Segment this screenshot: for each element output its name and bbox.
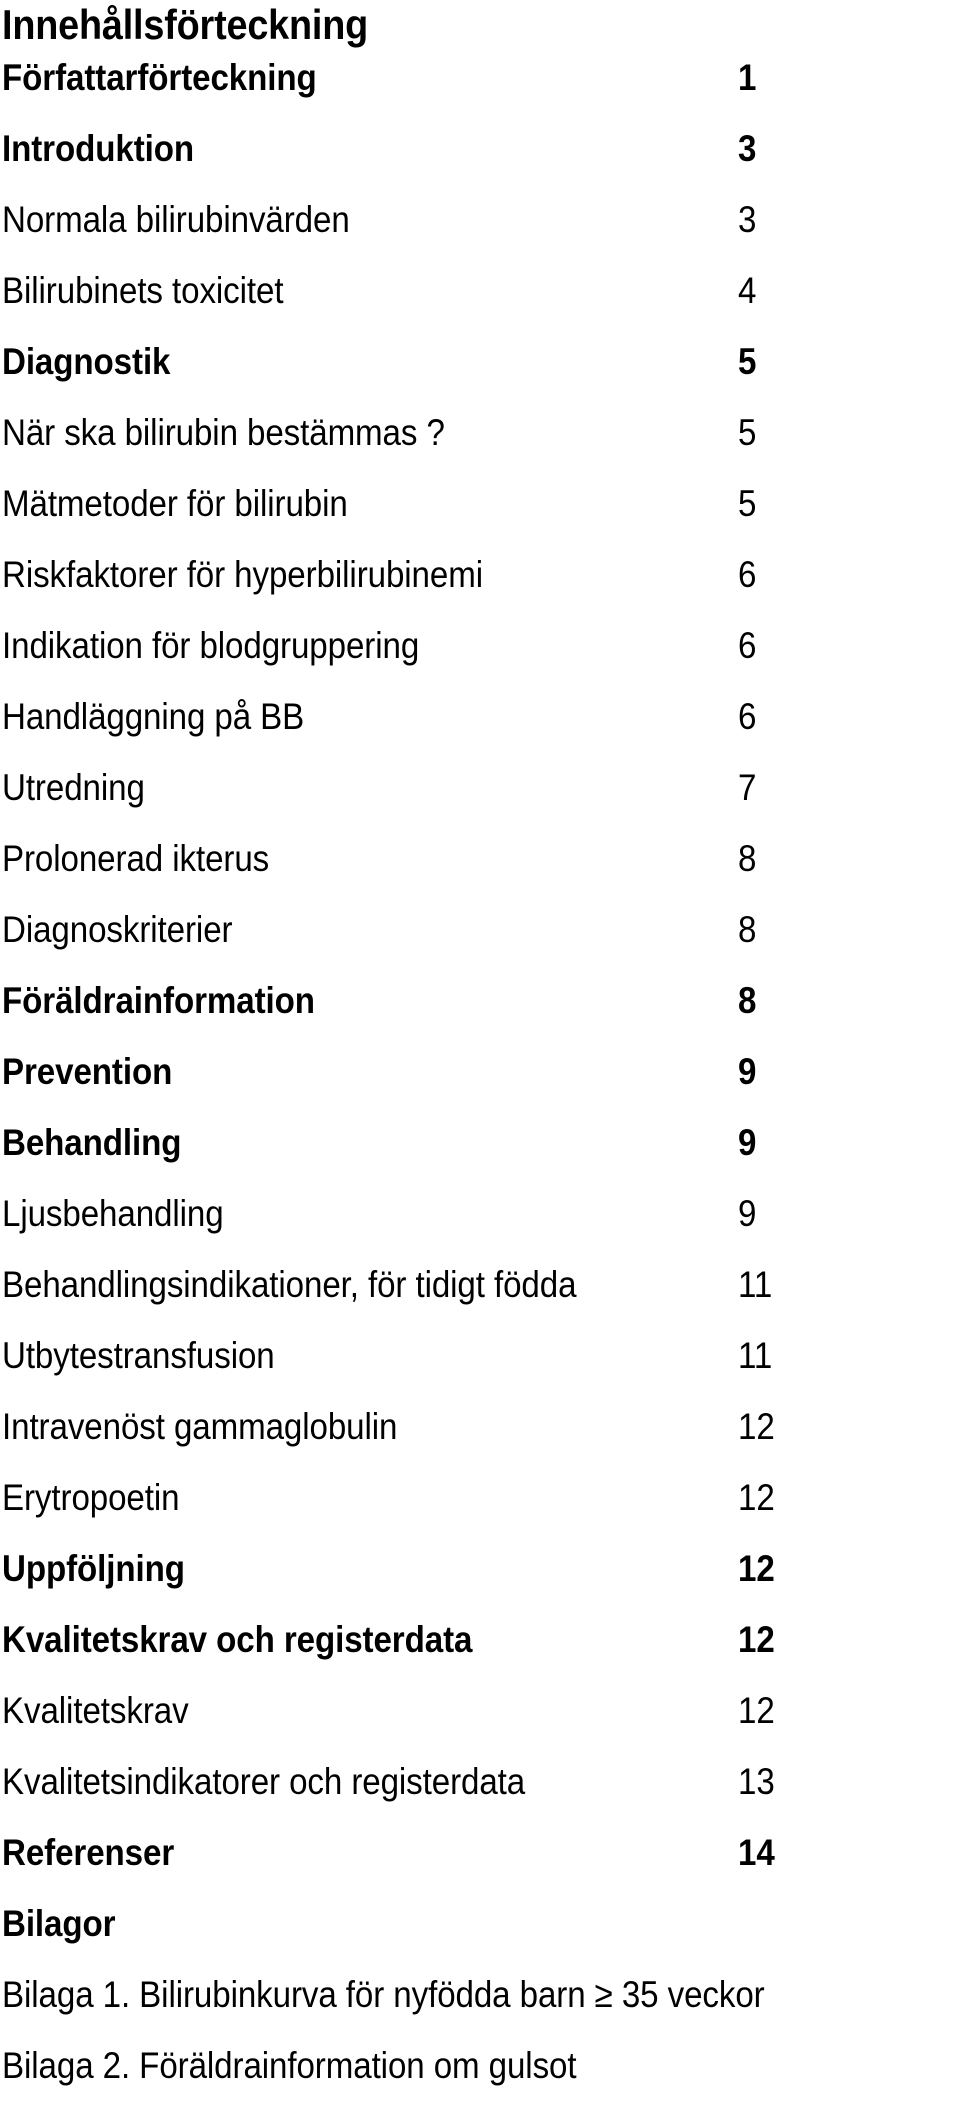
toc-entry[interactable]: Bilaga 1. Bilirubinkurva för nyfödda bar…: [0, 1973, 960, 2029]
toc-entry[interactable]: Referenser 14: [0, 1831, 960, 1887]
toc-entry-label: Utredning: [2, 767, 145, 808]
toc-entry[interactable]: Behandlingsindikationer, för tidigt född…: [0, 1263, 960, 1319]
toc-entry-label: Ljusbehandling: [2, 1193, 224, 1234]
toc-entry-label: Handläggning på BB: [2, 696, 305, 737]
toc-entry[interactable]: Indikation för blodgruppering 6: [0, 624, 960, 680]
toc-entry[interactable]: Kvalitetsindikatorer och registerdata 13: [0, 1760, 960, 1816]
toc-entry[interactable]: Författarförteckning 1: [0, 56, 960, 112]
toc-entry-label: Bilagor: [2, 1903, 116, 1944]
toc-entry[interactable]: Erytropoetin 12: [0, 1476, 960, 1532]
toc-entry-page-number: 5: [738, 483, 757, 524]
toc-entry-label: Mätmetoder för bilirubin: [2, 483, 348, 524]
toc-entry-page-number: 6: [738, 696, 757, 737]
toc-entry-label: Diagnoskriterier: [2, 909, 233, 950]
toc-entry-label: Behandling: [2, 1122, 182, 1163]
toc-entry[interactable]: När ska bilirubin bestämmas ? 5: [0, 411, 960, 467]
toc-entry-label: Kvalitetskrav och registerdata: [2, 1619, 473, 1660]
toc-entry-page-number: 1: [738, 57, 757, 98]
toc-entry[interactable]: Bilagor: [0, 1902, 960, 1958]
toc-entry[interactable]: Utbytestransfusion 11: [0, 1334, 960, 1390]
toc-entry-label: Behandlingsindikationer, för tidigt född…: [2, 1264, 577, 1305]
toc-entry[interactable]: Diagnoskriterier 8: [0, 908, 960, 964]
toc-entry-page-number: 13: [738, 1761, 775, 1802]
toc-entry-page-number: 4: [738, 270, 757, 311]
toc-entry-page-number: 3: [738, 128, 757, 169]
toc-entry[interactable]: Kvalitetskrav 12: [0, 1689, 960, 1745]
toc-entry-label: När ska bilirubin bestämmas ?: [2, 412, 445, 453]
toc-entry-label: Indikation för blodgruppering: [2, 625, 420, 666]
toc-entry-page-number: 11: [738, 1264, 773, 1305]
toc-entry-label: Prolonerad ikterus: [2, 838, 270, 879]
toc-entry[interactable]: Introduktion 3: [0, 127, 960, 183]
toc-entry-label: Prevention: [2, 1051, 173, 1092]
toc-entry-label: Diagnostik: [2, 341, 171, 382]
toc-entry-label: Bilirubinets toxicitet: [2, 270, 284, 311]
toc-entry[interactable]: Intravenöst gammaglobulin 12: [0, 1405, 960, 1461]
toc-entry-label: Utbytestransfusion: [2, 1335, 275, 1376]
toc-entry-page-number: 12: [738, 1690, 775, 1731]
toc-entry[interactable]: Bilirubinets toxicitet 4: [0, 269, 960, 325]
toc-entry-label: Föräldrainformation: [2, 980, 315, 1021]
toc-entry[interactable]: Utredning 7: [0, 766, 960, 822]
toc-entry-page-number: 6: [738, 625, 757, 666]
toc-entry[interactable]: Diagnostik 5: [0, 340, 960, 396]
toc-entry-label: Normala bilirubinvärden: [2, 199, 350, 240]
toc-entry-page-number: 9: [738, 1193, 757, 1234]
toc-entry-label: Bilaga 2. Föräldrainformation om gulsot: [2, 2045, 577, 2086]
toc-entry-page-number: 6: [738, 554, 757, 595]
toc-entry[interactable]: Handläggning på BB 6: [0, 695, 960, 751]
toc-entry-page-number: 9: [738, 1122, 757, 1163]
toc-entry[interactable]: Kvalitetskrav och registerdata 12: [0, 1618, 960, 1674]
toc-entry-label: Intravenöst gammaglobulin: [2, 1406, 398, 1447]
toc-entry-page-number: 11: [738, 1335, 773, 1376]
toc-entry-page-number: 8: [738, 980, 757, 1021]
toc-entry[interactable]: Bilaga 2. Föräldrainformation om gulsot: [0, 2044, 960, 2100]
toc-entry-label: Referenser: [2, 1832, 175, 1873]
toc-entry[interactable]: Mätmetoder för bilirubin 5: [0, 482, 960, 538]
toc-entry[interactable]: Föräldrainformation 8: [0, 979, 960, 1035]
toc-entry-label: Bilaga 1. Bilirubinkurva för nyfödda bar…: [2, 1974, 765, 2015]
toc-entry[interactable]: Prevention 9: [0, 1050, 960, 1106]
toc-entry[interactable]: Uppföljning 12: [0, 1547, 960, 1603]
toc-entry[interactable]: Riskfaktorer för hyperbilirubinemi 6: [0, 553, 960, 609]
toc-entry-label: Introduktion: [2, 128, 195, 169]
toc-entry-page-number: 8: [738, 838, 757, 879]
toc-entry-page-number: 12: [738, 1548, 775, 1589]
toc-entry-label: Uppföljning: [2, 1548, 185, 1589]
toc-entry-page-number: 5: [738, 412, 757, 453]
toc-entry[interactable]: Normala bilirubinvärden 3: [0, 198, 960, 254]
toc-entry-label: Riskfaktorer för hyperbilirubinemi: [2, 554, 483, 595]
toc-entry-page-number: 14: [738, 1832, 775, 1873]
toc-entry[interactable]: Ljusbehandling 9: [0, 1192, 960, 1248]
toc-entry-label: Kvalitetsindikatorer och registerdata: [2, 1761, 526, 1802]
toc-entry[interactable]: Behandling 9: [0, 1121, 960, 1177]
toc-entry-page-number: 9: [738, 1051, 757, 1092]
toc-entry-page-number: 12: [738, 1406, 775, 1447]
toc-entry[interactable]: Prolonerad ikterus 8: [0, 837, 960, 893]
toc-entry-label: Erytropoetin: [2, 1477, 180, 1518]
toc-entry-label: Kvalitetskrav: [2, 1690, 189, 1731]
toc-entry-page-number: 12: [738, 1477, 775, 1518]
toc-entry-label: Författarförteckning: [2, 57, 317, 98]
toc-entry-page-number: 12: [738, 1619, 775, 1660]
toc-entry-page-number: 5: [738, 341, 757, 382]
toc-entry-page-number: 3: [738, 199, 757, 240]
table-of-contents-page: Innehållsförteckning Författarförtecknin…: [0, 0, 960, 2122]
toc-entry-page-number: 8: [738, 909, 757, 950]
page-title: Innehållsförteckning: [2, 1, 369, 48]
toc-entry-page-number: 7: [738, 767, 757, 808]
